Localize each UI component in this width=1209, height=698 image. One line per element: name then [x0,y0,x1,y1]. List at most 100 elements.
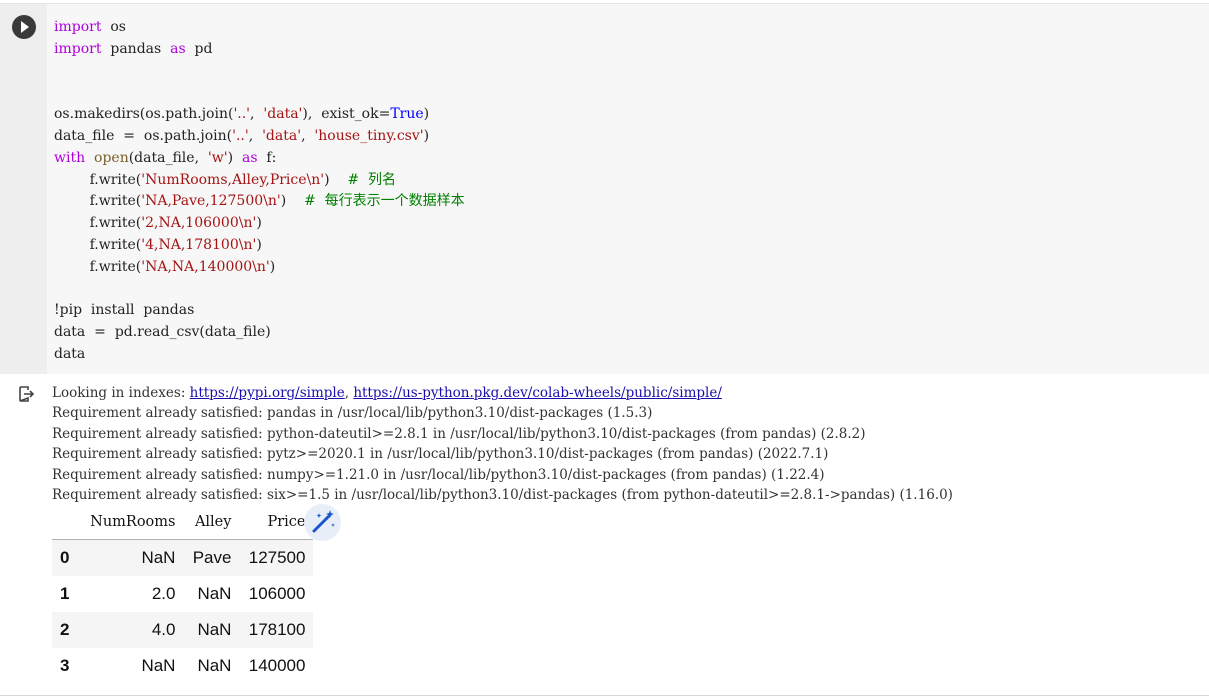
code-line: data [54,344,465,366]
code-cell[interactable]: import os import pandas as pd os.makedirs(… [0,3,1209,374]
code-line: import pandas as pd [54,39,465,61]
row-index: 0 [60,548,70,567]
table-row: 2 4.0 NaN 178100 [52,612,314,648]
code-token: True [390,106,424,123]
cell-output: Looking in indexes: https://pypi.org/sim… [52,383,953,505]
code-token: ) [256,215,262,232]
code-token: ) [280,193,304,210]
output-exit-icon[interactable] [17,385,35,403]
code-line: data_file = os.path.join('..', 'data', '… [54,126,465,148]
code-token: f.write( [54,171,142,188]
code-line: f.write('NA,NA,140000\n') [54,257,465,279]
code-token: f.write( [54,193,142,210]
code-line: data = pd.read_csv(data_file) [54,322,465,344]
code-line: import os [54,17,465,39]
code-token: ) [423,127,430,144]
table-row: 0 NaN Pave 127500 [52,539,314,576]
cell-alley: NaN [197,656,232,675]
code-token: ) [227,149,242,166]
cell-numrooms: 4.0 [151,620,176,639]
column-header-numrooms: NumRooms [77,505,184,540]
output-line: Requirement already satisfied: pandas in… [52,405,653,422]
code-line: f.write('NumRooms,Alley,Price\n') # 列名 [54,170,465,192]
cell-price: 178100 [248,620,306,639]
cell-numrooms: NaN [141,656,176,675]
output-line: Requirement already satisfied: python-da… [52,425,866,442]
output-line: Requirement already satisfied: numpy>=1.… [52,466,825,483]
row-index: 3 [60,656,70,675]
column-header-alley: Alley [183,505,240,540]
code-token: !pip install pandas [54,302,195,319]
code-line: with open(data_file, 'w') as f: [54,148,465,170]
output-looking-prefix: Looking in indexes: [52,385,190,401]
table-row: 3 NaN NaN 140000 [52,648,313,684]
code-token: pd [185,40,213,57]
run-cell-button[interactable] [12,15,36,39]
colab-wheels-link[interactable]: https://us-python.pkg.dev/colab-wheels/p… [353,385,722,401]
code-token: '4,NA,178100\n' [141,236,257,253]
code-token: with [54,149,86,166]
code-token: # 每行表示一个数据样本 [304,193,465,210]
code-token: ) [423,106,430,123]
cell-alley: Pave [192,548,232,567]
code-token: as [241,149,258,166]
row-index: 1 [60,584,70,603]
cell-price: 140000 [248,656,306,675]
code-token: data [54,345,86,362]
row-index: 2 [60,620,70,639]
cell-alley: NaN [197,620,232,639]
code-token: 'NumRooms,Alley,Price\n' [141,171,325,188]
cell-numrooms: NaN [141,548,176,567]
code-editor[interactable]: import os import pandas as pd os.makedirs(… [54,17,465,366]
code-token: as [170,40,186,57]
code-token: 'w' [207,149,228,166]
code-token: 'NA,NA,140000\n' [141,258,270,275]
code-token: , [250,106,264,123]
code-token: ), exist_ok= [302,106,391,123]
code-line: f.write('NA,Pave,127500\n') # 每行表示一个数据样本 [54,191,465,213]
column-header-price: Price [239,505,314,540]
code-line: os.makedirs(os.path.join('..', 'data'), … [54,104,465,126]
code-token: ) [256,236,262,253]
table-row: 1 2.0 NaN 106000 [52,576,313,612]
cell-price: 106000 [248,584,306,603]
code-token: import [54,40,102,57]
code-token: # 列名 [347,171,397,188]
magic-wand-button[interactable] [304,504,341,541]
code-token: import [54,19,102,35]
code-token: f.write( [54,236,142,253]
dataframe-table: NumRooms Alley Price 0 NaN Pave 127500 1… [52,505,314,684]
cell-numrooms: 2.0 [151,584,176,603]
output-line: Requirement already satisfied: pytz>=202… [52,446,829,463]
cell-alley: NaN [197,584,232,603]
cell-gutter [0,4,47,374]
code-token: '..' [233,106,251,123]
code-line: !pip install pandas [54,300,465,322]
code-token: open [94,149,129,166]
code-token: pandas [101,40,171,57]
code-token: f.write( [54,258,142,275]
cell-divider [0,695,1209,696]
pypi-link[interactable]: https://pypi.org/simple [190,385,345,401]
code-line: f.write('4,NA,178100\n') [54,235,465,257]
code-token: 'NA,Pave,127500\n' [141,193,281,210]
code-token: , [248,127,263,144]
code-token: data_file = os.path.join( [54,127,233,144]
code-token: , [301,127,315,144]
output-line: Requirement already satisfied: six>=1.5 … [52,487,953,504]
code-token: ) [324,171,348,188]
code-line: f.write('2,NA,106000\n') [54,213,465,235]
cell-price: 127500 [248,548,306,567]
code-token: (data_file, [128,149,208,166]
code-token: 'data' [263,106,303,123]
code-token: os.makedirs(os.path.join( [54,106,234,123]
code-token: 'house_tiny.csv' [314,127,424,144]
code-token: ) [269,258,276,275]
magic-wand-icon [312,510,335,533]
code-token: '..' [232,127,249,144]
code-token: data = pd.read_csv(data_file) [54,324,271,341]
